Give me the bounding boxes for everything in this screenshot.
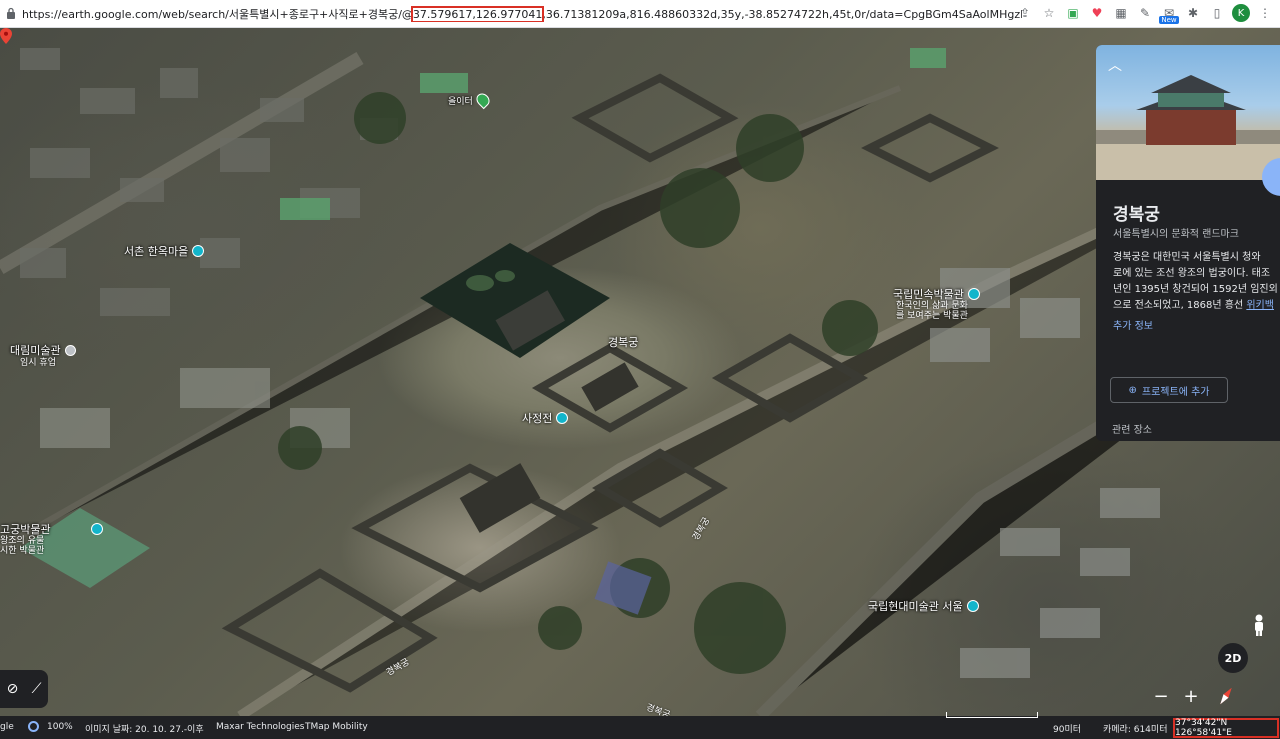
closed-pin-icon [64,344,76,356]
poi-palace-museum-sub1: 왕조의 유물 [0,536,45,546]
more-menu-icon[interactable]: ⋮ [1256,4,1274,22]
zoom-percent: 100% [47,722,73,732]
zoom-out-button[interactable]: − [1153,686,1168,707]
tour-icon[interactable]: ⊘ [7,681,19,697]
museum-pin-icon [967,288,980,300]
poi-palace-museum-sub2: 시한 박물관 [0,546,45,556]
pocket-icon[interactable]: ♥ [1088,4,1106,22]
puzzle-icon[interactable]: ✱ [1184,4,1202,22]
landmark-pin-icon [192,245,205,257]
toggle-2d-button[interactable]: 2D [1218,643,1248,673]
add-to-project-button[interactable]: ⊕ 프로젝트에 추가 [1110,377,1228,403]
palace-photo-image [1096,75,1280,180]
place-description: 경복궁은 대한민국 서울특별시 청와 로에 있는 조선 왕조의 법궁이다. 태조… [1113,252,1278,311]
url-suffix: ,36.71381209a,816.48860332d,35y,-38.8527… [542,8,1022,21]
zoom-in-button[interactable]: + [1183,686,1198,707]
poi-top[interactable]: 올이터 [448,90,493,110]
place-info-panel: ︿ 경복궁 서울특별시의 문화적 랜드마크 경복궁은 대한민국 서울특별시 청와… [1096,45,1280,441]
place-title: 경복궁 [1113,205,1160,225]
globe-icon[interactable] [28,721,39,732]
extension-green-icon[interactable]: ▣ [1064,4,1082,22]
cursor-coordinates: 37°34'42"N 126°58'41"E [1173,718,1279,738]
pegman-icon[interactable] [1252,614,1266,636]
poi-palace-museum[interactable]: 고궁박물관 [0,521,103,537]
zoom-controls: − + [1146,682,1206,710]
camera-altitude: 카메라: 614미터 [1103,725,1168,735]
pen-extension-icon[interactable]: ✎ [1136,4,1154,22]
extension-box-icon[interactable]: ▦ [1112,4,1130,22]
satellite-imagery [0,48,1280,716]
imagery-date: 이미지 날짜: 20. 10. 27.-이후 [85,725,204,735]
sidebar-icon[interactable]: ▯ [1208,4,1226,22]
poi-daelim[interactable]: 대림미술관 [10,342,76,358]
wikipedia-link[interactable]: 위키백 [1246,300,1274,311]
compass-icon[interactable] [1214,684,1238,708]
new-badge: New [1159,16,1179,24]
left-toolbar: ⊘ ⟋ [0,670,48,708]
place-subtitle: 서울특별시의 문화적 랜드마크 [1113,229,1239,240]
place-photo[interactable]: ︿ [1096,45,1280,180]
new-extension-icon[interactable]: ✉ New [1159,4,1179,24]
measure-icon[interactable]: ⟋ [32,681,42,697]
status-bar: gle 100% 이미지 날짜: 20. 10. 27.-이후 Maxar Te… [0,716,1280,739]
collapse-chevron-up-icon[interactable]: ︿ [1108,55,1122,75]
url-coordinates-highlight: 37.579617,126.977041 [410,6,545,22]
address-bar[interactable]: https://earth.google.com/web/search/서울특별… [22,6,1022,22]
browser-toolbar: https://earth.google.com/web/search/서울특별… [0,0,1280,28]
profile-avatar[interactable]: K [1232,4,1250,22]
poi-sajeongjeon[interactable]: 사정전 [522,410,569,426]
museum-pin-icon [966,600,979,612]
earth-map-view[interactable]: 서촌 한옥마을 대림미술관 임시 휴업 국립민속박물관 한국인의 삶과 문화 를… [0,28,1280,716]
imagery-provider-2[interactable]: TMap Mobility [305,722,368,732]
more-info-link[interactable]: 추가 정보 [1113,317,1153,332]
poi-folk-museum-sub2: 를 보여주는 박물관 [896,311,968,321]
museum-pin-icon [90,523,103,535]
poi-gyeongbokgung[interactable]: 경복궁 [608,334,638,350]
bookmark-star-icon[interactable]: ☆ [1040,4,1058,22]
poi-folk-museum[interactable]: 국립민속박물관 [893,286,980,302]
related-places-label: 관련 장소 [1112,425,1152,436]
scale-bar [946,712,1038,718]
poi-folk-museum-sub1: 한국인의 삶과 문화 [896,301,968,311]
add-pin-icon: ⊕ [1128,384,1137,396]
google-logo-partial: gle [0,722,14,732]
scale-label: 90미터 [1053,725,1082,735]
poi-seochon[interactable]: 서촌 한옥마을 [124,243,205,259]
url-prefix: https://earth.google.com/web/search/서울특별… [22,8,413,21]
imagery-provider-1[interactable]: Maxar Technologies [216,722,305,732]
poi-mmca[interactable]: 국립현대미술관 서울 [868,598,979,614]
selected-place-pin-icon[interactable] [0,28,12,44]
poi-daelim-sub: 임시 휴업 [20,358,56,368]
share-icon[interactable]: ⇪ [1016,4,1034,22]
lock-icon[interactable] [6,7,16,19]
landmark-pin-icon [556,412,569,424]
